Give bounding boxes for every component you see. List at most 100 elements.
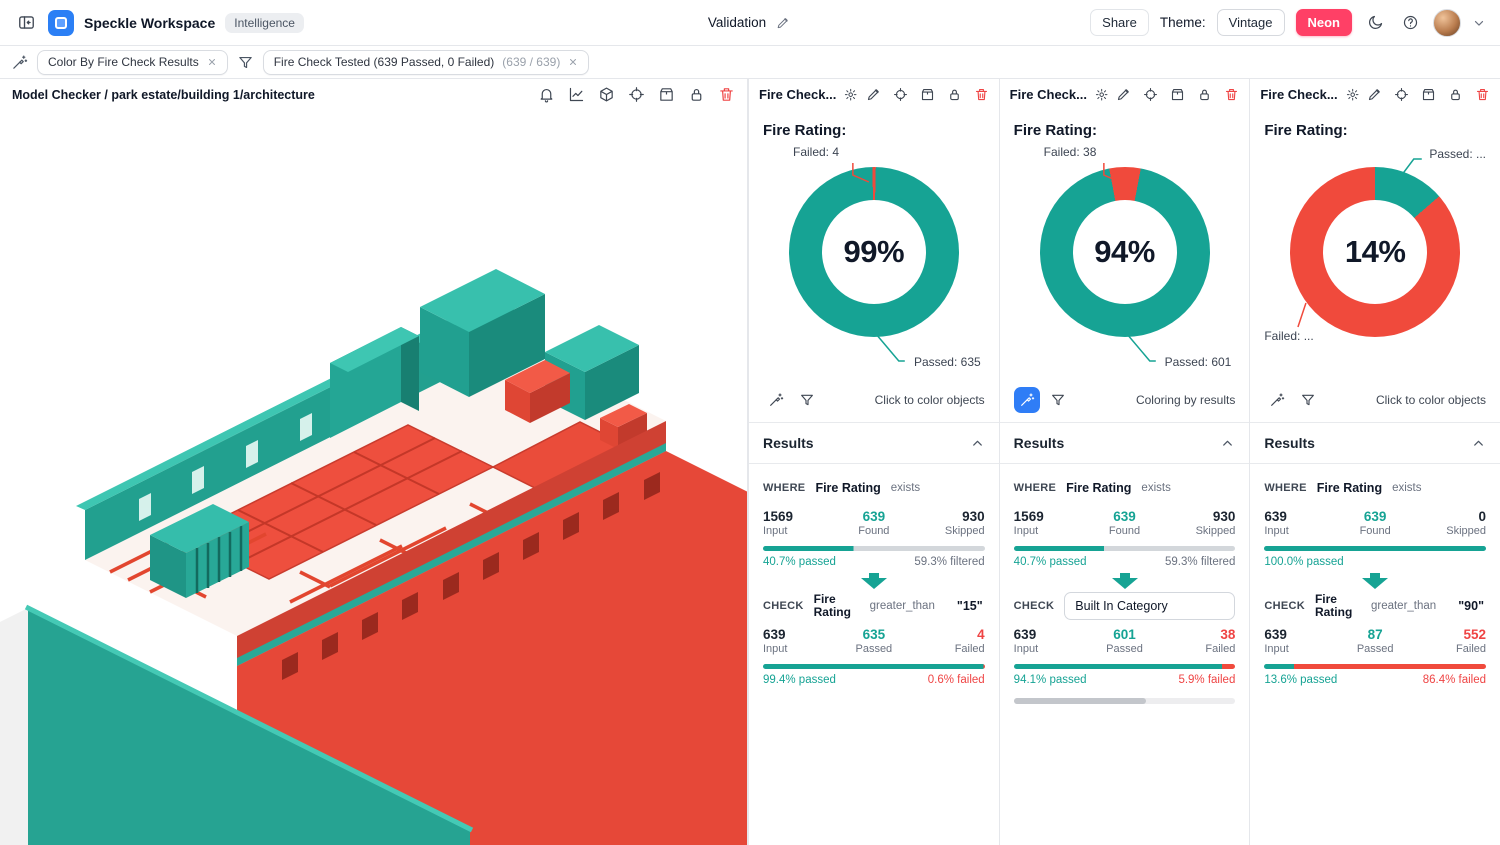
rating-label: Fire Rating: [1264, 122, 1486, 139]
viewport-panel: Model Checker / park estate/building 1/a… [0, 79, 748, 845]
colorize-button[interactable] [1264, 387, 1290, 413]
lock-icon[interactable] [1448, 87, 1463, 102]
avatar[interactable] [1433, 9, 1461, 37]
moon-icon[interactable] [1363, 11, 1387, 35]
funnel-icon[interactable] [237, 54, 254, 71]
results-header[interactable]: Results [749, 422, 999, 464]
flow-arrow-icon [861, 573, 887, 589]
scrollbar-thumb[interactable] [1014, 698, 1146, 704]
stat-label: Failed [1161, 643, 1235, 655]
stat-value: 639 [1264, 627, 1338, 642]
help-icon[interactable] [1398, 11, 1422, 35]
stat-value: 639 [763, 627, 837, 642]
theme-vintage-button[interactable]: Vintage [1217, 9, 1285, 36]
stat-label: Passed [1088, 643, 1162, 655]
flow-arrow-icon [1362, 573, 1388, 589]
stat-value: 639 [1014, 627, 1088, 642]
filter-button[interactable] [1295, 387, 1321, 413]
close-icon[interactable] [568, 57, 578, 67]
check-clause: CHECK Fire Rating greater_than "15" 639I… [763, 592, 985, 686]
package-icon[interactable] [1170, 87, 1185, 102]
gear-icon[interactable] [844, 87, 857, 102]
stat-label: Failed [1412, 643, 1486, 655]
filter-button[interactable] [794, 387, 820, 413]
pencil-icon[interactable] [866, 87, 881, 102]
donut-percent: 99% [789, 167, 959, 337]
chip-label: Color By Fire Check Results [48, 55, 199, 69]
chevron-down-icon[interactable] [1472, 16, 1486, 30]
package-icon[interactable] [920, 87, 935, 102]
where-operator: exists [1141, 482, 1170, 494]
failed-callout: Failed: 38 [1044, 145, 1097, 159]
building-model [0, 269, 747, 845]
flow-arrow-icon [1112, 573, 1138, 589]
model-3d-canvas[interactable] [0, 110, 747, 845]
crosshair-icon[interactable] [1394, 87, 1409, 102]
failed-percent: 86.4% failed [1423, 674, 1486, 686]
check-keyword: CHECK [1264, 600, 1305, 612]
colorize-button[interactable] [763, 387, 789, 413]
where-progress-bar [1014, 546, 1236, 551]
color-filter-chip[interactable]: Color By Fire Check Results [37, 50, 228, 75]
chevron-up-icon[interactable] [1471, 436, 1486, 451]
chart-icon[interactable] [568, 86, 585, 103]
results-header[interactable]: Results [1000, 422, 1250, 464]
crosshair-icon[interactable] [1143, 87, 1158, 102]
where-keyword: WHERE [763, 482, 805, 494]
trash-icon[interactable] [718, 86, 735, 103]
where-clause: WHERE Fire Rating exists 1569Input 639Fo… [763, 474, 985, 568]
rating-label: Fire Rating: [763, 122, 985, 139]
results-header[interactable]: Results [1250, 422, 1500, 464]
isolate-filter-chip[interactable]: Fire Check Tested (639 Passed, 0 Failed)… [263, 50, 590, 75]
colorize-button[interactable] [1014, 387, 1040, 413]
horizontal-scrollbar[interactable] [1014, 698, 1236, 704]
chevron-up-icon[interactable] [1220, 436, 1235, 451]
gear-icon[interactable] [1095, 87, 1108, 102]
speckle-logo-icon[interactable] [48, 10, 74, 36]
check-operator: greater_than [870, 600, 935, 612]
trash-icon[interactable] [974, 87, 989, 102]
sidebar-collapse-icon[interactable] [14, 11, 38, 35]
where-operator: exists [1392, 482, 1421, 494]
stat-label: Skipped [1412, 525, 1486, 537]
donut-actions: Click to color objects [763, 387, 985, 413]
edit-title-pencil-icon[interactable] [774, 14, 792, 32]
where-progress-bar [1264, 546, 1486, 551]
package-icon[interactable] [1421, 87, 1436, 102]
stat-value: 639 [1264, 509, 1338, 524]
donut-chart[interactable]: 14% [1290, 167, 1460, 337]
topbar: Speckle Workspace Intelligence Validatio… [0, 0, 1500, 46]
trash-icon[interactable] [1224, 87, 1239, 102]
check-clause: CHECK Built In Category 639Input 601Pass… [1014, 592, 1236, 704]
close-icon[interactable] [207, 57, 217, 67]
package-icon[interactable] [658, 86, 675, 103]
pencil-icon[interactable] [1116, 87, 1131, 102]
bell-icon[interactable] [538, 86, 555, 103]
lock-icon[interactable] [947, 87, 962, 102]
check-input[interactable]: Built In Category [1064, 592, 1235, 620]
theme-neon-button[interactable]: Neon [1296, 9, 1353, 36]
donut-actions: Coloring by results [1014, 387, 1236, 413]
chevron-up-icon[interactable] [970, 436, 985, 451]
cube-icon[interactable] [598, 86, 615, 103]
crosshair-icon[interactable] [628, 86, 645, 103]
trash-icon[interactable] [1475, 87, 1490, 102]
stat-label: Input [763, 525, 837, 537]
filtered-percent: 59.3% filtered [1165, 556, 1235, 568]
panel-title: Fire Check... [1260, 87, 1337, 102]
share-button[interactable]: Share [1090, 9, 1149, 36]
pencil-icon[interactable] [1367, 87, 1382, 102]
stat-value: 4 [911, 627, 985, 642]
lock-icon[interactable] [1197, 87, 1212, 102]
donut-chart[interactable]: 99% [789, 167, 959, 337]
lock-icon[interactable] [688, 86, 705, 103]
gear-icon[interactable] [1346, 87, 1359, 102]
theme-label: Theme: [1160, 15, 1206, 30]
donut-chart[interactable]: 94% [1040, 167, 1210, 337]
where-keyword: WHERE [1264, 482, 1306, 494]
colorize-icon[interactable] [11, 54, 28, 71]
filter-button[interactable] [1045, 387, 1071, 413]
crosshair-icon[interactable] [893, 87, 908, 102]
stat-value: 1569 [1014, 509, 1088, 524]
check-panel-1: Fire Check... Fire Rating: 99% [748, 79, 999, 845]
